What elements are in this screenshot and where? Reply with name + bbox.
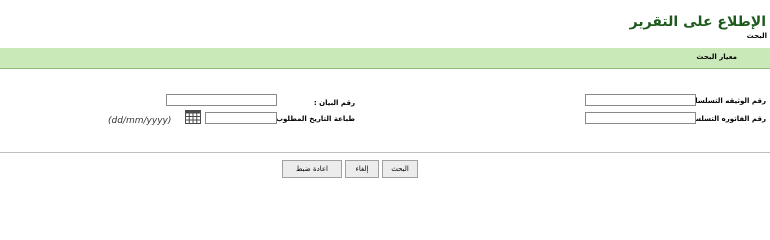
print-date-label: طباعة التاريخ المطلوب : — [270, 115, 355, 123]
date-format-hint: (dd/mm/yyyy) — [108, 116, 172, 126]
statement-number-input[interactable] — [166, 94, 277, 106]
page-title: الإطلاع على التقرير — [629, 14, 766, 30]
invoice-serial-input[interactable] — [585, 112, 696, 124]
calendar-icon[interactable] — [185, 110, 201, 124]
page-subtitle: البحث — [746, 32, 767, 40]
print-date-input[interactable] — [205, 112, 277, 124]
document-serial-input[interactable] — [585, 94, 696, 106]
reset-button[interactable]: اعادة ضبط — [282, 160, 342, 178]
search-criteria-bar: معيار البحث — [0, 48, 770, 69]
actions-divider — [0, 152, 770, 153]
report-search-page: الإطلاع على التقرير البحث معيار البحث رق… — [0, 0, 770, 202]
search-criteria-label: معيار البحث — [696, 53, 737, 61]
cancel-button[interactable]: إلغاء — [345, 160, 379, 178]
search-button[interactable]: البحث — [382, 160, 418, 178]
statement-number-label: رقم البيان : — [313, 99, 355, 107]
